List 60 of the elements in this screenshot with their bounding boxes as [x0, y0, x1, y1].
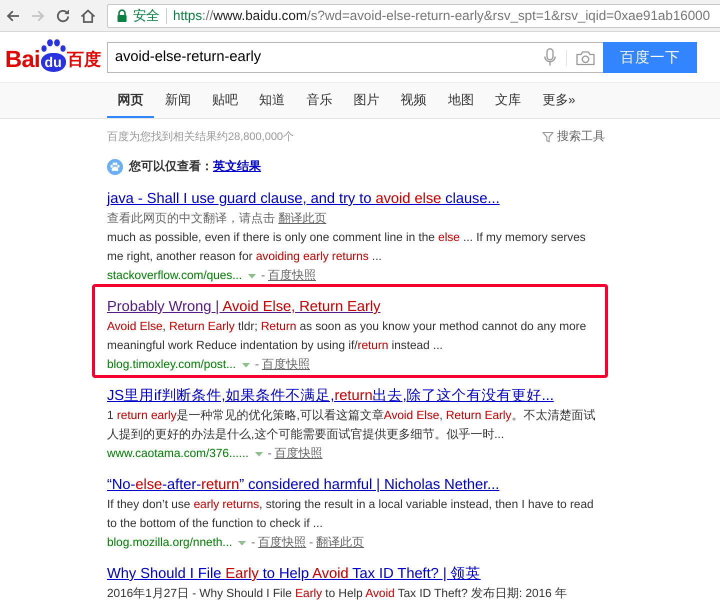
- logo-text[interactable]: 百度: [67, 50, 102, 70]
- security-label: 安全: [133, 6, 159, 24]
- hint-label: 您可以仅查看：: [129, 158, 213, 174]
- result-action-link[interactable]: 百度快照: [268, 266, 316, 285]
- separator: -: [268, 445, 272, 462]
- search-button[interactable]: 百度一下: [603, 42, 697, 72]
- nav-tab[interactable]: 地图: [437, 83, 484, 118]
- search-tools-button[interactable]: 搜索工具: [542, 128, 605, 145]
- separator: -: [261, 267, 266, 284]
- result-snippet: If they don’t use early returns, storing the result in a local variable instead, then I have to read to the bottom of the function to check if ...: [107, 496, 595, 532]
- nav-tab[interactable]: 视频: [390, 83, 438, 118]
- paw-toes-icon: [40, 39, 66, 52]
- logo-text[interactable]: Bai: [5, 47, 40, 71]
- caret-icon[interactable]: [242, 363, 250, 368]
- result-title[interactable]: java - Shall I use guard clause, and try to avoid else clause...: [107, 189, 605, 209]
- reload-icon: [55, 8, 72, 24]
- result-action-link[interactable]: 百度快照: [262, 355, 310, 374]
- result-title[interactable]: Probably Wrong | Avoid Else, Return Early: [107, 297, 605, 317]
- url-text: https://www.baidu.com/s?wd=avoid-else-return-early&rsv_spt=1&rsv_iqid=0xae91ab16000: [173, 8, 710, 23]
- result-url: stackoverflow.com/ques...: [107, 267, 242, 284]
- nav-tab[interactable]: 贴吧: [201, 83, 249, 118]
- paw-icon: [107, 158, 123, 174]
- separator: -: [309, 534, 314, 551]
- camera-icon[interactable]: [576, 50, 595, 66]
- nav-tab[interactable]: 网页: [107, 83, 154, 118]
- caret-icon[interactable]: [248, 274, 256, 279]
- result-title[interactable]: “No-else-after-return” considered harmful | Nicholas Nether...: [107, 475, 605, 495]
- separator: -: [251, 534, 256, 551]
- lock-icon: [116, 8, 128, 22]
- search-field[interactable]: avoid-else-return-early: [107, 42, 603, 72]
- nav-tab[interactable]: 文库: [484, 83, 532, 118]
- logo-badge[interactable]: du: [40, 53, 66, 72]
- back-arrow-icon: [4, 8, 21, 24]
- result-count: 百度为您找到相关结果约28,800,000个: [107, 130, 294, 144]
- result-snippet: 2016年1月27日 - Why Should I File Early to Help Avoid Tax ID Theft? 发布日期: 2016 年: [107, 585, 568, 602]
- result-url: blog.mozilla.org/nneth...: [107, 534, 232, 551]
- result-snippet: 1 return early是一种常见的优化策略,可以看这篇文章Avoid Else, Return Early。不太清楚面试人提到的更好的办法是什么,这个可能需要面试官提供更多细节。似乎一时...: [107, 407, 596, 443]
- result-snippet: Avoid Else, Return Early tldr; Return as soon as you know your method cannot do any more meaningful work Reduce indentation by using if/return instead ...: [107, 318, 588, 354]
- caret-icon[interactable]: [238, 541, 246, 546]
- address-bar[interactable]: 安全 https://www.baidu.com/s?wd=avoid-else-return-early&rsv_spt=1&rsv_iqid=0xae91ab16000: [107, 4, 720, 28]
- result-url: blog.timoxley.com/post...: [107, 356, 236, 373]
- result-action-link[interactable]: 百度快照: [258, 533, 306, 552]
- nav-tab[interactable]: 知道: [248, 83, 296, 118]
- home-icon: [80, 8, 96, 24]
- translate-note: 查看此网页的中文翻译，请点击: [107, 211, 276, 225]
- result-action-link[interactable]: 翻译此页: [316, 533, 364, 552]
- result-url: www.caotama.com/376......: [107, 445, 249, 462]
- nav-tab[interactable]: 新闻: [154, 83, 202, 118]
- result-action-link[interactable]: 百度快照: [274, 444, 323, 463]
- caret-icon[interactable]: [254, 452, 263, 457]
- nav-tab[interactable]: 音乐: [296, 83, 343, 118]
- english-results-link[interactable]: 英文结果: [213, 158, 261, 174]
- separator: -: [254, 356, 259, 373]
- microphone-icon[interactable]: [544, 48, 556, 66]
- funnel-icon: [542, 130, 554, 142]
- result-snippet: much as possible, even if there is only one comment line in the else ... If my memory serves me right, another reason for avoiding early returns ...: [107, 229, 587, 265]
- nav-tab[interactable]: 图片: [342, 83, 390, 118]
- translate-link[interactable]: 翻译此页: [278, 211, 326, 225]
- forward-arrow-icon: [30, 8, 46, 24]
- nav-tab[interactable]: 更多»: [532, 83, 586, 118]
